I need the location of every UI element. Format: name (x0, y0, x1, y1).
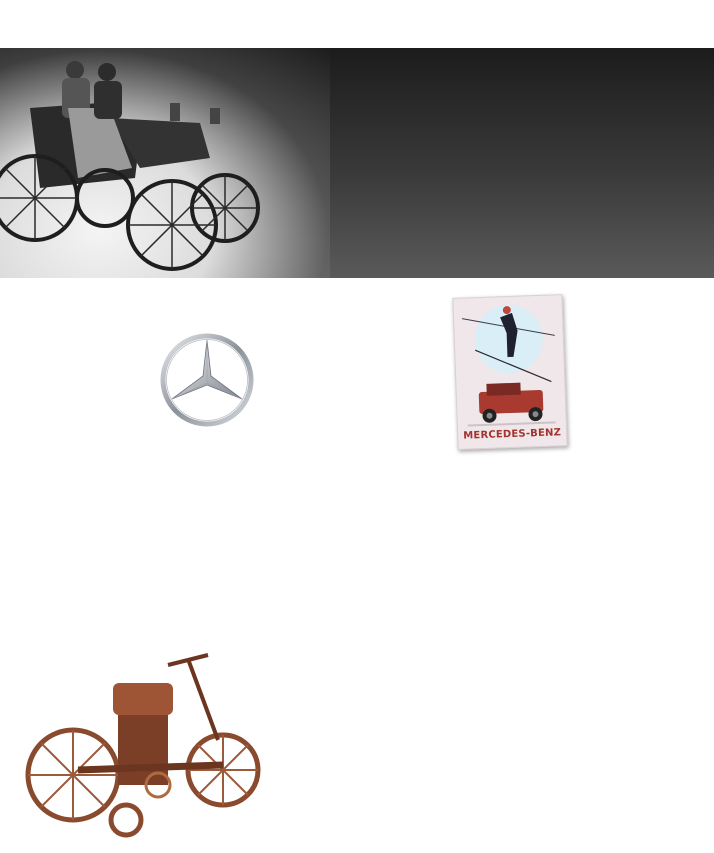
wooden-motorcycle-illustration (25, 653, 261, 838)
vintage-poster: MERCEDES-BENZ (452, 294, 568, 450)
carriage-photo (0, 61, 260, 271)
hero-banner (0, 48, 714, 278)
poster-artwork (462, 305, 556, 427)
three-pointed-star-icon (160, 333, 254, 427)
